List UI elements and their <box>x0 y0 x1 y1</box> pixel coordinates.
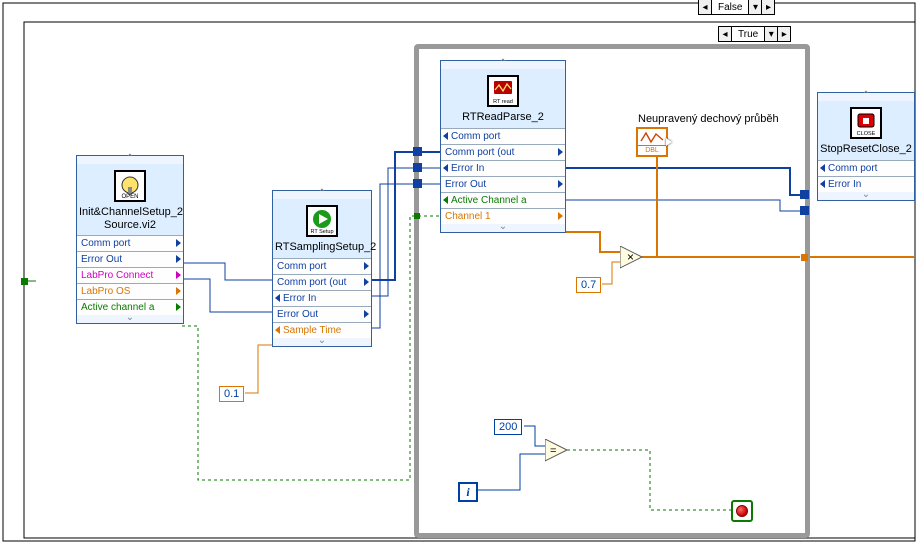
tunnel-comm-port <box>413 147 422 156</box>
chevron-up-icon[interactable]: ⌃ <box>77 156 183 164</box>
close-icon: CLOSE <box>850 107 882 139</box>
node-rt-sampling-setup[interactable]: ⌃ RT Setup RTSamplingSetup_2 Comm port C… <box>272 190 372 347</box>
block-diagram-canvas: ◂ False ▾ ▸ ◂ True ▾ ▸ ⌃ OPEN Init&Cha <box>0 0 918 544</box>
node-title: Init&ChannelSetup_2 Source.vi2 <box>77 204 183 235</box>
terminal-error-in[interactable]: Error In <box>818 176 914 192</box>
waveform-indicator-terminal[interactable]: DBL <box>636 127 668 157</box>
inner-case-selector[interactable]: ◂ True ▾ ▸ <box>718 26 791 42</box>
node-title: RTReadParse_2 <box>441 109 565 128</box>
indicator-input-arrow-icon <box>666 138 672 146</box>
constant-gain[interactable]: 0.7 <box>576 277 601 293</box>
terminal-comm-port[interactable]: Comm port <box>77 235 183 251</box>
chevron-down-icon[interactable]: ⌄ <box>818 192 914 200</box>
terminal-labpro-connected[interactable]: LabPro Connect <box>77 267 183 283</box>
chevron-down-icon[interactable]: ⌄ <box>77 315 183 323</box>
svg-text:CLOSE: CLOSE <box>857 131 876 136</box>
loop-stop-terminal[interactable] <box>731 500 753 522</box>
indicator-caption: Neupravený dechový průběh <box>638 113 779 125</box>
outer-case-value: False <box>712 0 748 14</box>
stop-icon <box>736 505 748 517</box>
constant-stop-count[interactable]: 200 <box>494 419 522 435</box>
chevron-down-icon[interactable]: ⌄ <box>273 338 371 346</box>
terminal-labpro-os[interactable]: LabPro OS <box>77 283 183 299</box>
outer-case-selector[interactable]: ◂ False ▾ ▸ <box>698 0 775 15</box>
node-stop-reset-close[interactable]: ⌃ CLOSE StopResetClose_2 Comm port Error… <box>817 92 915 201</box>
terminal-comm-port-out[interactable]: Comm port (out <box>273 274 371 290</box>
rt-read-icon: RT read <box>487 75 519 107</box>
tunnel-active-channel <box>414 213 420 219</box>
chevron-up-icon[interactable]: ⌃ <box>818 93 914 101</box>
tunnel-error <box>413 179 422 188</box>
chevron-up-icon[interactable]: ⌃ <box>441 61 565 69</box>
terminal-comm-port-in[interactable]: Comm port <box>441 128 565 144</box>
chevron-down-icon[interactable]: ⌄ <box>441 224 565 232</box>
case-dropdown-icon[interactable]: ▾ <box>748 0 761 14</box>
terminal-comm-port[interactable]: Comm port <box>818 160 914 176</box>
tunnel-comm-port-2 <box>413 163 422 172</box>
loop-iteration-terminal[interactable]: i <box>458 482 478 502</box>
tunnel-comm-port-out <box>800 190 809 199</box>
case-prev-icon[interactable]: ◂ <box>719 27 732 41</box>
terminal-channel1[interactable]: Channel 1 <box>441 208 565 224</box>
node-init-channel-setup[interactable]: ⌃ OPEN Init&ChannelSetup_2 Source.vi2 Co… <box>76 155 184 324</box>
terminal-error-in[interactable]: Error In <box>441 160 565 176</box>
terminal-error-out[interactable]: Error Out <box>77 251 183 267</box>
subvi-icon-wrapper: RT Setup <box>273 199 371 239</box>
case-dropdown-icon[interactable]: ▾ <box>764 27 777 41</box>
node-rt-read-parse[interactable]: ⌃ RT read RTReadParse_2 Comm port Comm p… <box>440 60 566 233</box>
subvi-icon-wrapper: OPEN <box>77 164 183 204</box>
terminal-error-out[interactable]: Error Out <box>273 306 371 322</box>
terminal-comm-port-out[interactable]: Comm port (out <box>441 144 565 160</box>
case-next-icon[interactable]: ▸ <box>777 27 790 41</box>
equal-node[interactable]: = <box>545 439 567 461</box>
inner-case-value: True <box>732 27 764 41</box>
case-prev-icon[interactable]: ◂ <box>699 0 712 14</box>
terminal-comm-port[interactable]: Comm port <box>273 258 371 274</box>
svg-text:OPEN: OPEN <box>121 194 138 199</box>
terminal-active-channel[interactable]: Active Channel a <box>441 192 565 208</box>
svg-text:RT Setup: RT Setup <box>310 229 333 234</box>
svg-text:RT read: RT read <box>493 99 513 104</box>
tunnel-signal-out <box>801 254 808 261</box>
terminal-sample-time[interactable]: Sample Time <box>273 322 371 338</box>
indicator-dtype: DBL <box>638 146 666 155</box>
terminal-error-in[interactable]: Error In <box>273 290 371 306</box>
waveform-icon <box>638 129 666 146</box>
svg-text:=: = <box>550 445 556 457</box>
terminal-active-channel[interactable]: Active channel a <box>77 299 183 315</box>
constant-sample-time[interactable]: 0.1 <box>219 386 244 402</box>
subvi-icon-wrapper: RT read <box>441 69 565 109</box>
open-icon: OPEN <box>114 170 146 202</box>
node-title: RTSamplingSetup_2 <box>273 239 371 258</box>
tunnel-error-out <box>800 206 809 215</box>
terminal-error-out[interactable]: Error Out <box>441 176 565 192</box>
svg-text:×: × <box>627 250 634 264</box>
multiply-node[interactable]: × <box>620 246 642 268</box>
case-next-icon[interactable]: ▸ <box>761 0 774 14</box>
rt-setup-icon: RT Setup <box>306 205 338 237</box>
subvi-icon-wrapper: CLOSE <box>818 101 914 141</box>
node-title: StopResetClose_2 <box>818 141 914 160</box>
chevron-up-icon[interactable]: ⌃ <box>273 191 371 199</box>
